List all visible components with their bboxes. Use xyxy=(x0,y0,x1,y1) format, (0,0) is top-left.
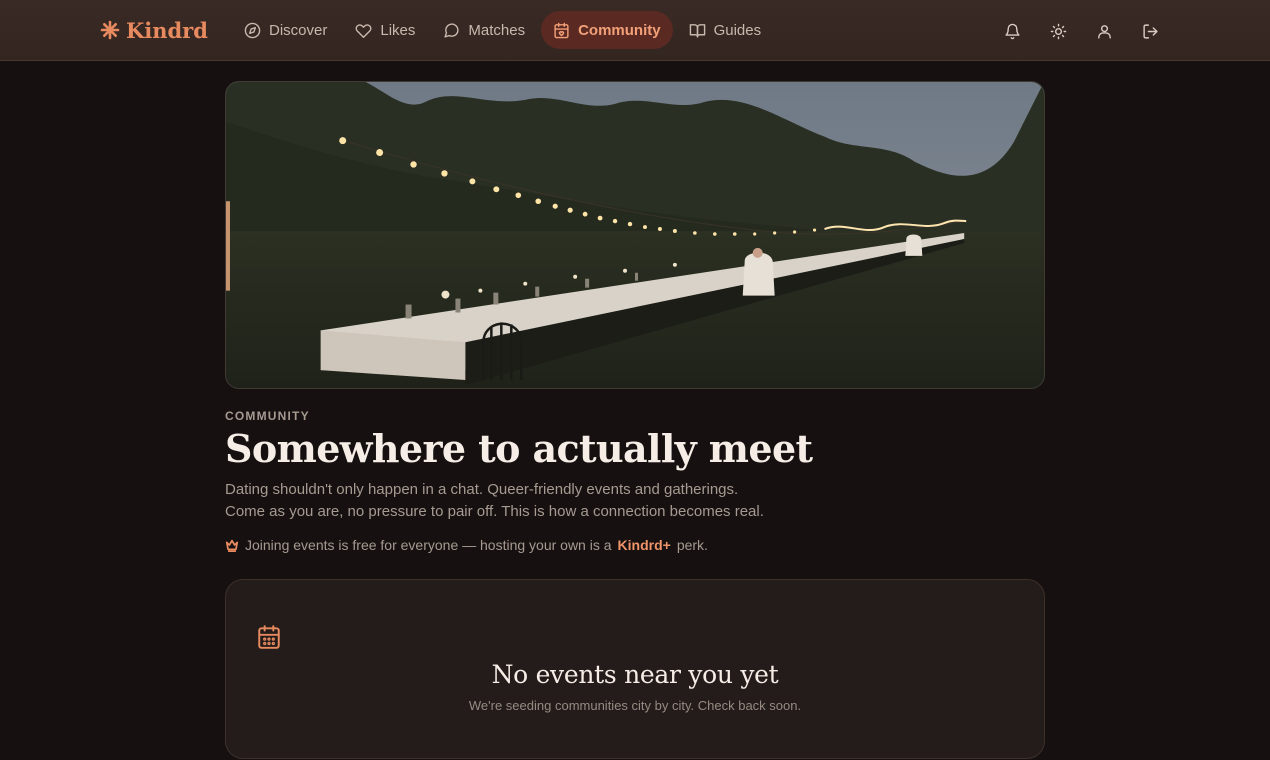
nav-likes-label: Likes xyxy=(380,21,416,39)
description-line-2: Come as you are, no pressure to pair off… xyxy=(225,503,764,520)
chat-bubble-icon xyxy=(444,22,459,38)
book-open-icon xyxy=(689,23,705,38)
description-line-1: Dating shouldn't only happen in a chat. … xyxy=(225,481,739,498)
top-navigation-bar: Kindrd Discover Likes Matches Community … xyxy=(0,0,1270,61)
brand-name: Kindrd xyxy=(126,17,208,43)
crown-icon xyxy=(225,539,239,552)
calendar-heart-icon xyxy=(554,22,569,38)
hero-image xyxy=(225,81,1045,389)
events-empty-state-card: No events near you yet We're seeding com… xyxy=(225,579,1045,759)
profile-button[interactable] xyxy=(1088,15,1120,47)
nav-discover[interactable]: Discover xyxy=(232,11,339,49)
bell-icon xyxy=(1004,23,1020,39)
section-eyebrow: COMMUNITY xyxy=(225,409,310,423)
sparkle-icon xyxy=(100,20,120,40)
empty-state-subtitle: We're seeding communities city by city. … xyxy=(468,698,802,713)
heart-icon xyxy=(355,23,372,38)
brand-logo[interactable]: Kindrd xyxy=(100,16,208,44)
calendar-icon xyxy=(258,625,280,649)
logout-button[interactable] xyxy=(1134,15,1166,47)
header-actions xyxy=(996,15,1166,47)
nav-matches[interactable]: Matches xyxy=(431,11,537,49)
nav-community[interactable]: Community xyxy=(541,11,673,49)
theme-toggle-button[interactable] xyxy=(1042,15,1074,47)
empty-state-title: No events near you yet xyxy=(491,660,779,689)
sun-icon xyxy=(1050,23,1066,39)
perk-suffix: perk. xyxy=(676,537,708,553)
empty-state-icon-wrap xyxy=(256,624,282,650)
nav-matches-label: Matches xyxy=(468,21,526,39)
page-description: Dating shouldn't only happen in a chat. … xyxy=(225,479,825,523)
nav-likes[interactable]: Likes xyxy=(343,11,427,49)
compass-icon xyxy=(244,22,261,38)
notifications-button[interactable] xyxy=(996,15,1028,47)
nav-guides-label: Guides xyxy=(713,21,762,39)
user-icon xyxy=(1097,24,1111,39)
kindrd-plus-perk-note: Joining events is free for everyone — ho… xyxy=(225,537,708,553)
perk-text: Joining events is free for everyone — ho… xyxy=(245,537,612,553)
kindrd-plus-link[interactable]: Kindrd+ xyxy=(618,537,671,553)
nav-discover-label: Discover xyxy=(269,21,328,39)
logout-icon xyxy=(1142,23,1158,39)
page-title: Somewhere to actually meet xyxy=(225,426,813,471)
nav-community-label: Community xyxy=(578,21,661,39)
nav-guides[interactable]: Guides xyxy=(677,11,774,49)
main-nav: Discover Likes Matches Community Guides xyxy=(232,11,773,49)
